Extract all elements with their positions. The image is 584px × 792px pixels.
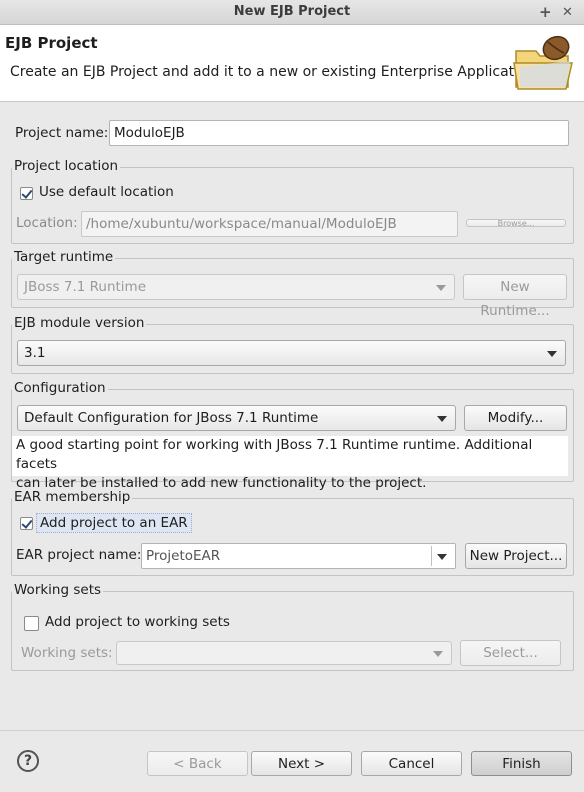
configuration-group-label: Configuration [12,380,108,396]
finish-button[interactable]: Finish [471,751,572,776]
target-runtime-select[interactable]: JBoss 7.1 Runtime [17,274,455,300]
combo-divider [431,546,432,566]
window-title: New EJB Project [233,4,351,19]
target-runtime-selected: JBoss 7.1 Runtime [24,279,147,295]
maximize-icon[interactable]: + [539,3,552,21]
configuration-selected: Default Configuration for JBoss 7.1 Runt… [24,410,319,426]
use-default-location-checkbox[interactable] [20,187,33,200]
working-sets-select[interactable] [116,641,452,665]
chevron-down-icon [436,285,446,291]
footer-separator [0,730,584,731]
project-name-label: Project name: [15,125,109,141]
working-sets-group-label: Working sets [12,582,104,598]
add-to-ear-checkbox[interactable] [20,517,33,530]
location-label: Location: [16,215,78,231]
target-runtime-group-label: Target runtime [12,249,116,265]
cancel-button[interactable]: Cancel [361,751,462,776]
add-to-working-sets-checkbox[interactable] [24,616,39,631]
modify-button[interactable]: Modify... [464,405,567,431]
ejb-module-version-select[interactable]: 3.1 [17,340,566,366]
project-name-input[interactable]: ModuloEJB [109,120,569,146]
folder-bean-icon [512,31,578,93]
next-button[interactable]: Next > [251,751,352,776]
project-location-group-label: Project location [12,158,121,174]
ear-project-name-combo[interactable]: ProjetoEAR [141,543,456,569]
add-to-ear-label[interactable]: Add project to an EAR [36,513,192,533]
select-working-sets-button[interactable]: Select... [460,640,561,666]
wizard-page-title: EJB Project [5,34,98,52]
back-button[interactable]: < Back [147,751,248,776]
help-icon[interactable]: ? [17,750,39,772]
browse-button[interactable]: Browse... [466,219,566,227]
ear-project-name-value: ProjetoEAR [146,548,221,564]
chevron-down-icon[interactable] [437,554,447,560]
working-sets-label: Working sets: [21,645,113,661]
chevron-down-icon [433,651,443,657]
configuration-select[interactable]: Default Configuration for JBoss 7.1 Runt… [17,405,456,431]
new-ear-project-button[interactable]: New Project... [465,543,567,569]
chevron-down-icon [437,416,447,422]
configuration-description: A good starting point for working with J… [12,436,568,491]
wizard-page-description: Create an EJB Project and add it to a ne… [10,64,540,80]
new-runtime-button[interactable]: New Runtime... [463,274,567,319]
ear-project-name-label: EAR project name: [16,547,142,563]
close-icon[interactable]: ✕ [562,5,573,20]
ear-membership-group-label: EAR membership [12,489,133,505]
ejb-module-version-group-label: EJB module version [12,315,147,331]
add-to-working-sets-label: Add project to working sets [45,614,230,630]
wizard-header: EJB Project Create an EJB Project and ad… [0,25,584,102]
chevron-down-icon [547,351,557,357]
use-default-location-label: Use default location [39,184,174,200]
location-input[interactable]: /home/xubuntu/workspace/manual/ModuloEJB [81,211,458,237]
window-titlebar: New EJB Project + ✕ [0,0,584,25]
ejb-module-version-selected: 3.1 [24,345,46,361]
configuration-description-line-1: A good starting point for working with J… [16,437,533,472]
